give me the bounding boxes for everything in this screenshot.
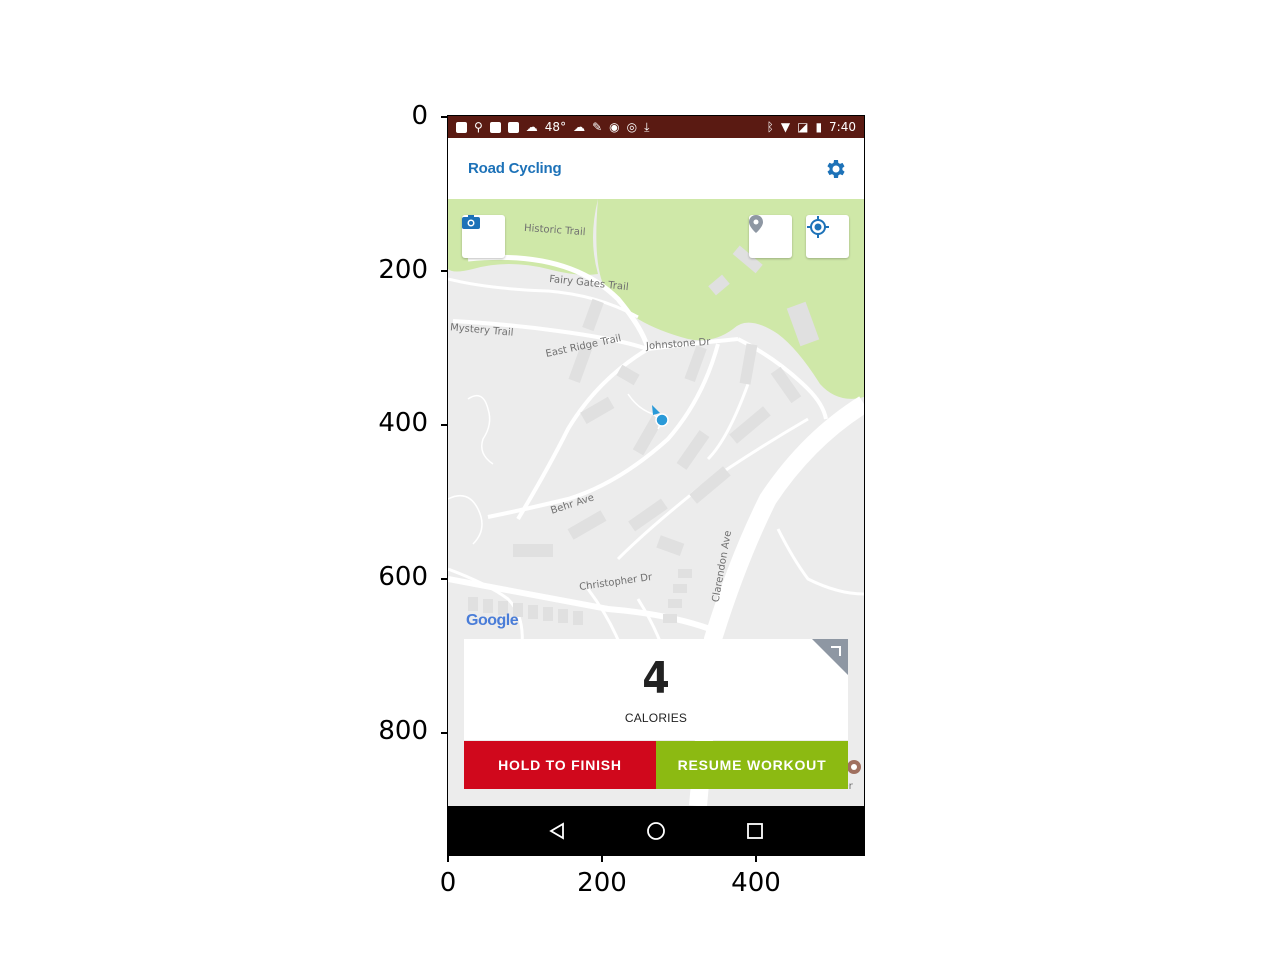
home-icon — [647, 821, 665, 840]
y-tick-mark — [441, 270, 448, 272]
x-tick-label: 200 — [577, 868, 627, 898]
google-attribution: Google — [466, 612, 519, 630]
resume-workout-button[interactable]: RESUME WORKOUT — [656, 741, 848, 789]
hold-to-finish-button[interactable]: HOLD TO FINISH — [464, 741, 656, 789]
camera-icon — [462, 215, 480, 229]
app-icon: ◎ — [626, 120, 638, 134]
recents-icon — [746, 822, 763, 839]
back-button[interactable] — [545, 819, 569, 843]
x-tick-label: 0 — [439, 868, 457, 898]
x-tick-mark — [755, 855, 757, 862]
facebook-icon — [507, 121, 519, 133]
download-icon: ⤓ — [644, 120, 650, 134]
x-tick-mark — [447, 855, 449, 862]
x-tick-label: 400 — [731, 868, 781, 898]
calories-label: CALORIES — [624, 711, 688, 725]
y-tick-mark — [441, 732, 448, 734]
bike-icon: ⚲ — [474, 120, 483, 134]
google-logo-text: Google — [466, 612, 519, 629]
y-tick-mark — [441, 116, 448, 118]
y-tick-mark — [441, 578, 448, 580]
recents-button[interactable] — [743, 819, 767, 843]
temperature-text: 48° — [544, 120, 567, 134]
weather-icon: ☁ — [525, 120, 538, 134]
home-button[interactable] — [644, 819, 668, 843]
camera-button[interactable] — [462, 215, 505, 258]
weather-icon: ☁ — [573, 120, 586, 134]
y-tick-label: 800 — [378, 716, 428, 746]
system-nav-bar — [448, 806, 864, 855]
facebook-icon — [489, 121, 501, 133]
gear-icon[interactable] — [824, 157, 848, 181]
map-pin-icon — [749, 215, 763, 233]
activity-type-title[interactable]: Road Cycling — [468, 160, 562, 177]
my-location-icon — [807, 216, 829, 238]
clock-text: 7:40 — [829, 120, 856, 134]
y-tick-label: 200 — [378, 255, 428, 285]
my-location-button[interactable] — [806, 215, 849, 258]
phone-screen: ⚲ ☁ 48° ☁ ✎ ◉ ◎ ⤓ ᛒ ▼ ◪ ▮ 7:40 Road Cycl… — [448, 116, 864, 855]
workout-stat-card[interactable]: 4 CALORIES — [464, 639, 848, 740]
x-tick-mark — [601, 855, 603, 862]
y-tick-label: 600 — [378, 562, 428, 592]
app-icon: ◉ — [609, 120, 620, 134]
app-bar: Road Cycling — [448, 138, 864, 199]
y-tick-label: 0 — [411, 101, 428, 131]
status-bar: ⚲ ☁ 48° ☁ ✎ ◉ ◎ ⤓ ᛒ ▼ ◪ ▮ 7:40 — [448, 116, 864, 138]
bluetooth-icon: ᛒ — [766, 120, 774, 134]
wifi-icon: ▼ — [780, 120, 791, 134]
y-tick-label: 400 — [378, 408, 428, 438]
calories-value: 4 — [642, 653, 670, 704]
y-tick-mark — [441, 424, 448, 426]
no-signal-icon: ◪ — [797, 120, 809, 134]
battery-icon: ▮ — [815, 120, 823, 134]
map-pin-button[interactable] — [749, 215, 792, 258]
message-icon — [456, 121, 467, 133]
wrench-icon: ✎ — [592, 120, 603, 134]
back-icon — [549, 821, 565, 840]
